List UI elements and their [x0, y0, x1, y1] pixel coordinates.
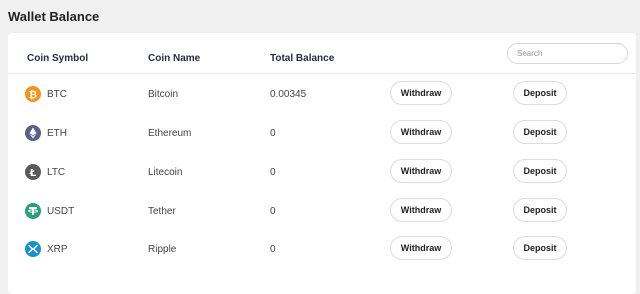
coin-symbol: ETH [47, 128, 67, 139]
litecoin-icon: Ł [25, 164, 41, 180]
coin-name: Bitcoin [148, 89, 179, 100]
table-row: USDT Tether 0 Withdraw Deposit [8, 192, 636, 230]
deposit-button[interactable]: Deposit [513, 159, 567, 183]
search-input[interactable] [507, 43, 628, 64]
table-row: ₿ BTC Bitcoin 0.00345 Withdraw Deposit [8, 75, 636, 113]
table-header: Coin Symbol Coin Name Total Balance [8, 33, 636, 74]
deposit-button[interactable]: Deposit [513, 81, 567, 105]
coin-name: Tether [148, 206, 176, 217]
withdraw-button[interactable]: Withdraw [390, 198, 452, 222]
svg-text:Ł: Ł [29, 168, 37, 179]
svg-text:₿: ₿ [29, 89, 37, 101]
bitcoin-icon: ₿ [25, 86, 41, 102]
table-row: Ł LTC Litecoin 0 Withdraw Deposit [8, 153, 636, 191]
total-balance: 0 [270, 244, 276, 255]
ripple-icon [25, 241, 41, 257]
total-balance: 0 [270, 206, 276, 217]
total-balance: 0 [270, 167, 276, 178]
deposit-button[interactable]: Deposit [513, 236, 567, 260]
ethereum-icon [25, 125, 41, 141]
withdraw-button[interactable]: Withdraw [390, 81, 452, 105]
table-row: ETH Ethereum 0 Withdraw Deposit [8, 114, 636, 152]
coin-symbol: BTC [47, 89, 67, 100]
tether-icon [25, 203, 41, 219]
coin-name: Litecoin [148, 167, 183, 178]
coin-symbol: USDT [47, 206, 75, 217]
deposit-button[interactable]: Deposit [513, 198, 567, 222]
coin-name: Ripple [148, 244, 177, 255]
wallet-balance-card: Coin Symbol Coin Name Total Balance ₿ BT… [8, 33, 636, 294]
coin-name: Ethereum [148, 128, 192, 139]
coin-symbol: LTC [47, 167, 66, 178]
coin-symbol: XRP [47, 244, 68, 255]
withdraw-button[interactable]: Withdraw [390, 236, 452, 260]
column-header-coin-name: Coin Name [148, 53, 201, 64]
total-balance: 0.00345 [270, 89, 307, 100]
withdraw-button[interactable]: Withdraw [390, 159, 452, 183]
column-header-coin-symbol: Coin Symbol [27, 53, 89, 64]
deposit-button[interactable]: Deposit [513, 120, 567, 144]
page-title: Wallet Balance [8, 9, 100, 24]
column-header-total-balance: Total Balance [270, 53, 335, 64]
total-balance: 0 [270, 128, 276, 139]
withdraw-button[interactable]: Withdraw [390, 120, 452, 144]
table-row: XRP Ripple 0 Withdraw Deposit [8, 230, 636, 268]
